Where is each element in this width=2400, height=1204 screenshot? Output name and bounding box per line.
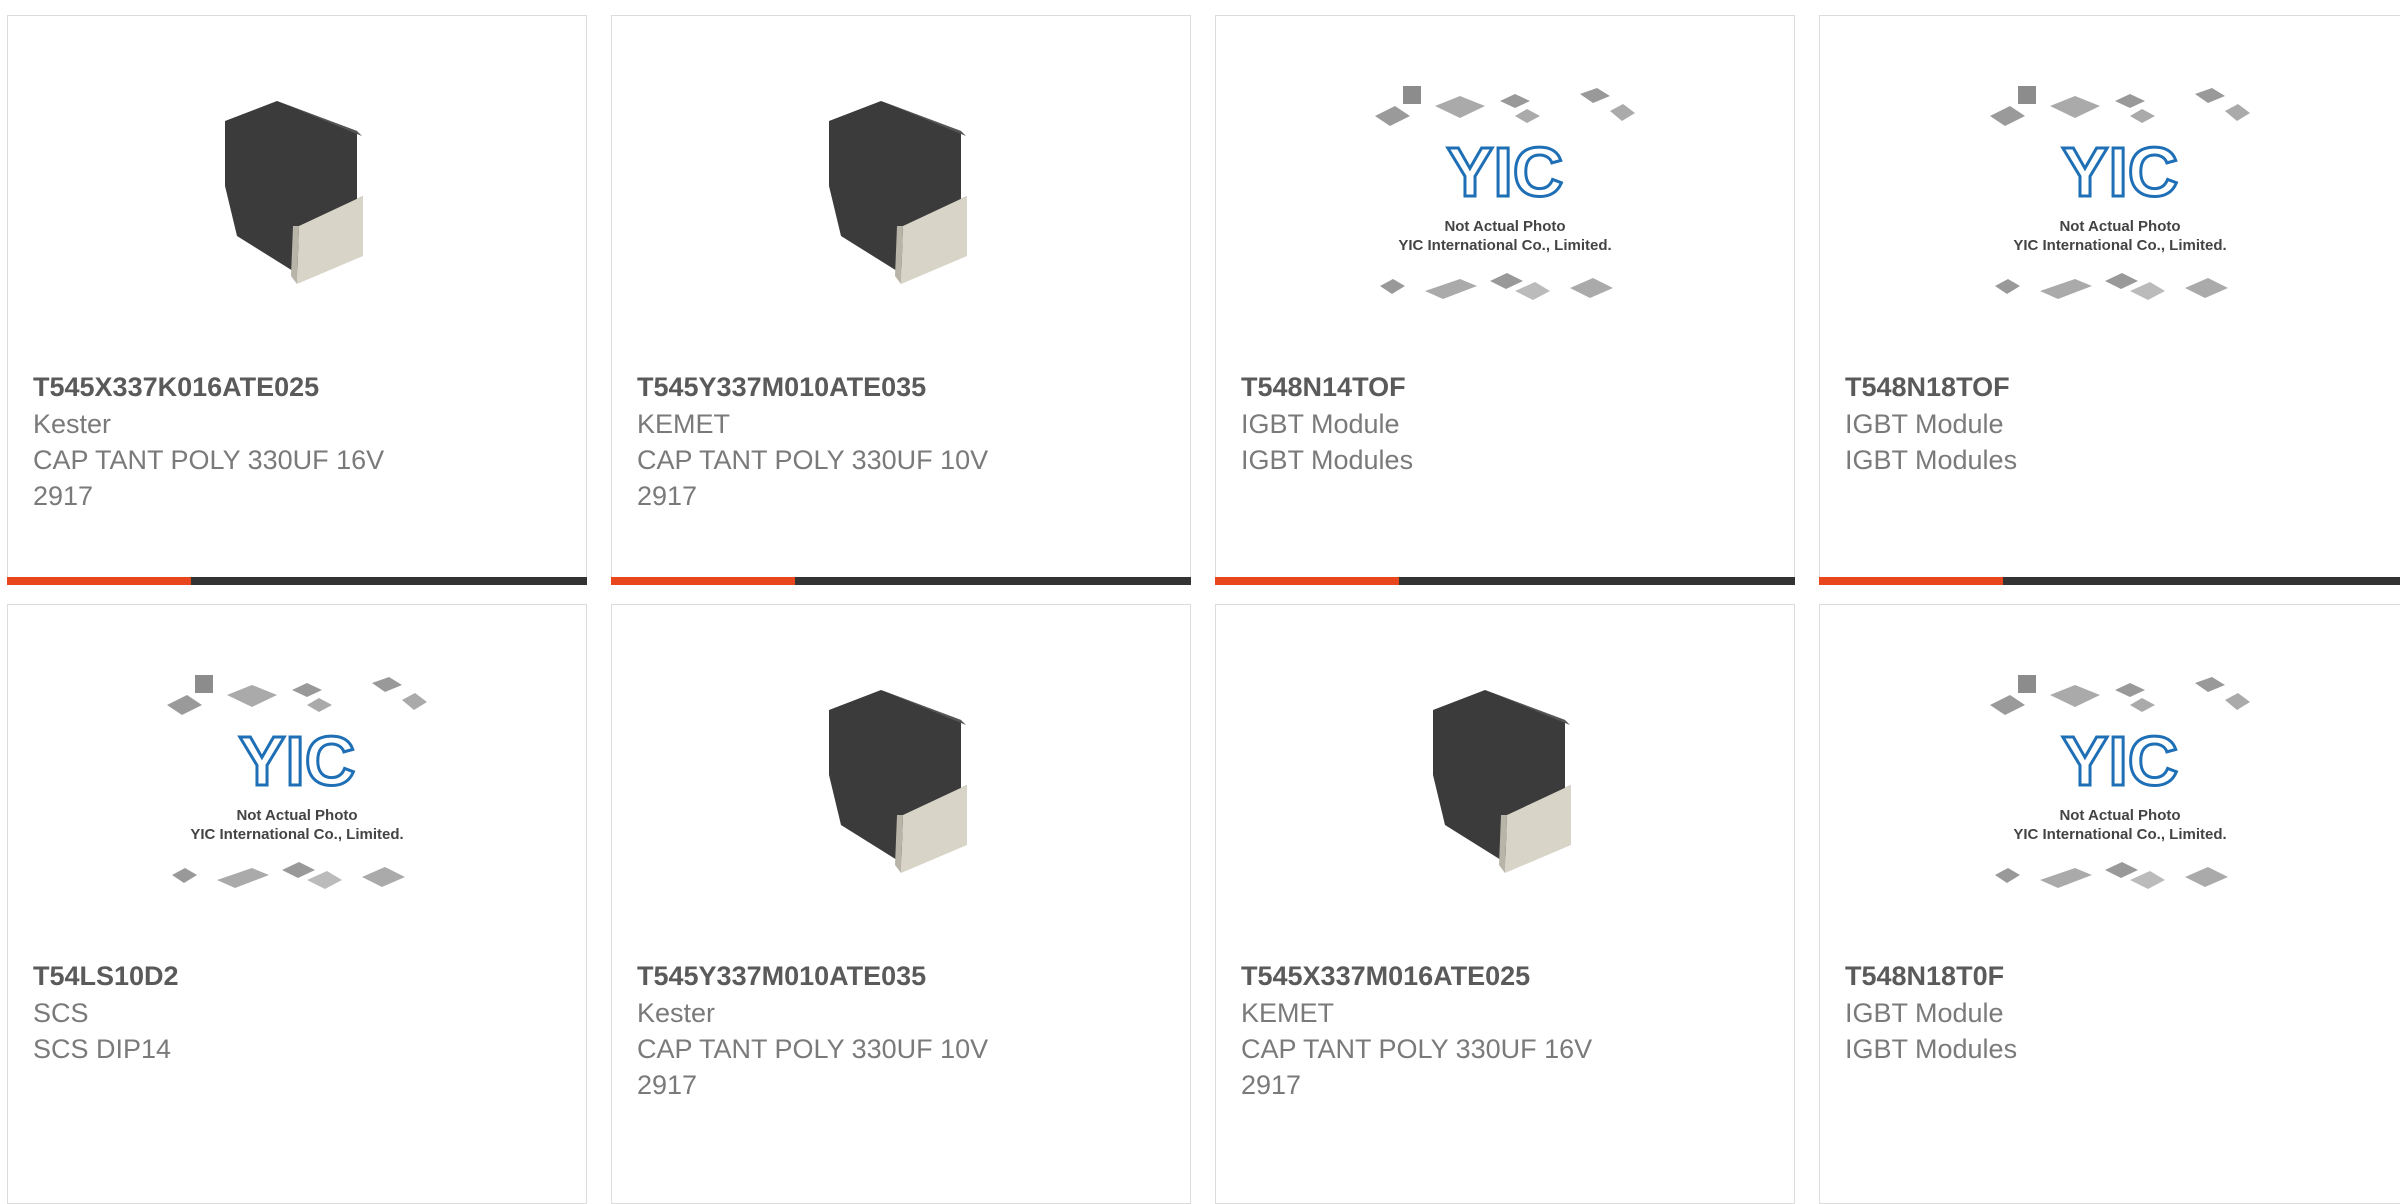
part-number[interactable]: T54LS10D2 bbox=[33, 961, 179, 992]
product-card[interactable]: YIC Not Actual Photo YIC International C… bbox=[1215, 15, 1795, 585]
placeholder-line2: YIC International Co., Limited. bbox=[1398, 237, 1611, 254]
card-accent-bar bbox=[1819, 577, 2003, 585]
card-accent-bar bbox=[7, 577, 191, 585]
product-card[interactable]: YIC Not Actual Photo YIC International C… bbox=[1819, 15, 2400, 585]
yic-logo: YIC bbox=[239, 722, 356, 800]
description: CAP TANT POLY 330UF 10V bbox=[637, 1034, 989, 1064]
placeholder-line2: YIC International Co., Limited. bbox=[2013, 826, 2226, 843]
manufacturer: KEMET bbox=[1241, 998, 1335, 1028]
package: 2917 bbox=[1241, 1070, 1302, 1100]
placeholder-line1: Not Actual Photo bbox=[1444, 218, 1565, 235]
product-card[interactable]: YIC Not Actual Photo YIC International C… bbox=[7, 604, 587, 1204]
part-number[interactable]: T545Y337M010ATE035 bbox=[637, 961, 926, 992]
card-bottom-bar bbox=[7, 577, 587, 585]
description: CAP TANT POLY 330UF 16V bbox=[33, 445, 385, 475]
tantalum-capacitor-image bbox=[829, 101, 967, 284]
card-accent-bar bbox=[611, 577, 795, 585]
product-grid: T545X337K016ATE025 Kester CAP TANT POLY … bbox=[0, 0, 2400, 1204]
product-image[interactable] bbox=[612, 76, 1190, 296]
part-number[interactable]: T545X337M016ATE025 bbox=[1241, 961, 1530, 992]
product-image[interactable] bbox=[8, 76, 586, 296]
manufacturer: Kester bbox=[637, 998, 716, 1028]
package: 2917 bbox=[637, 1070, 698, 1100]
product-image[interactable]: YIC Not Actual Photo YIC International C… bbox=[1820, 665, 2400, 889]
product-image[interactable]: YIC Not Actual Photo YIC International C… bbox=[1820, 76, 2400, 300]
part-number[interactable]: T545X337K016ATE025 bbox=[33, 372, 319, 403]
yic-logo: YIC bbox=[2062, 133, 2179, 211]
description: CAP TANT POLY 330UF 10V bbox=[637, 445, 989, 475]
part-number[interactable]: T548N18T0F bbox=[1845, 961, 2004, 992]
package: 2917 bbox=[637, 481, 698, 511]
description: IGBT Modules bbox=[1241, 445, 1414, 475]
part-number[interactable]: T545Y337M010ATE035 bbox=[637, 372, 926, 403]
placeholder-line1: Not Actual Photo bbox=[2059, 807, 2180, 824]
tantalum-capacitor-image bbox=[1433, 690, 1571, 873]
manufacturer: SCS bbox=[33, 998, 89, 1028]
product-card[interactable]: T545X337M016ATE025 KEMET CAP TANT POLY 3… bbox=[1215, 604, 1795, 1204]
product-card[interactable]: T545Y337M010ATE035 KEMET CAP TANT POLY 3… bbox=[611, 15, 1191, 585]
card-bottom-bar bbox=[1215, 577, 1795, 585]
card-accent-bar bbox=[1215, 577, 1399, 585]
product-card[interactable]: YIC Not Actual Photo YIC International C… bbox=[1819, 604, 2400, 1204]
placeholder-image: YIC Not Actual Photo YIC International C… bbox=[1990, 86, 2250, 300]
package: 2917 bbox=[33, 481, 94, 511]
yic-logo: YIC bbox=[1447, 133, 1564, 211]
description: SCS DIP14 bbox=[33, 1034, 172, 1064]
card-bottom-bar bbox=[611, 577, 1191, 585]
placeholder-line2: YIC International Co., Limited. bbox=[190, 826, 403, 843]
product-card[interactable]: T545X337K016ATE025 Kester CAP TANT POLY … bbox=[7, 15, 587, 585]
description: IGBT Modules bbox=[1845, 445, 2018, 475]
manufacturer: IGBT Module bbox=[1845, 998, 2004, 1028]
part-number[interactable]: T548N18TOF bbox=[1845, 372, 2010, 403]
product-image[interactable] bbox=[612, 665, 1190, 885]
tantalum-capacitor-image bbox=[829, 690, 967, 873]
placeholder-line1: Not Actual Photo bbox=[2059, 218, 2180, 235]
description: IGBT Modules bbox=[1845, 1034, 2018, 1064]
placeholder-image: YIC Not Actual Photo YIC International C… bbox=[167, 675, 427, 889]
placeholder-image: YIC Not Actual Photo YIC International C… bbox=[1990, 675, 2250, 889]
tantalum-capacitor-image bbox=[225, 101, 363, 284]
product-image[interactable]: YIC Not Actual Photo YIC International C… bbox=[1216, 76, 1794, 300]
placeholder-image: YIC Not Actual Photo YIC International C… bbox=[1375, 86, 1635, 300]
manufacturer: KEMET bbox=[637, 409, 731, 439]
product-card[interactable]: T545Y337M010ATE035 Kester CAP TANT POLY … bbox=[611, 604, 1191, 1204]
manufacturer: IGBT Module bbox=[1845, 409, 2004, 439]
manufacturer: IGBT Module bbox=[1241, 409, 1400, 439]
product-image[interactable]: YIC Not Actual Photo YIC International C… bbox=[8, 665, 586, 889]
card-bottom-bar bbox=[1819, 577, 2400, 585]
placeholder-line1: Not Actual Photo bbox=[236, 807, 357, 824]
yic-logo: YIC bbox=[2062, 722, 2179, 800]
description: CAP TANT POLY 330UF 16V bbox=[1241, 1034, 1593, 1064]
product-image[interactable] bbox=[1216, 665, 1794, 885]
manufacturer: Kester bbox=[33, 409, 112, 439]
placeholder-line2: YIC International Co., Limited. bbox=[2013, 237, 2226, 254]
part-number[interactable]: T548N14TOF bbox=[1241, 372, 1406, 403]
